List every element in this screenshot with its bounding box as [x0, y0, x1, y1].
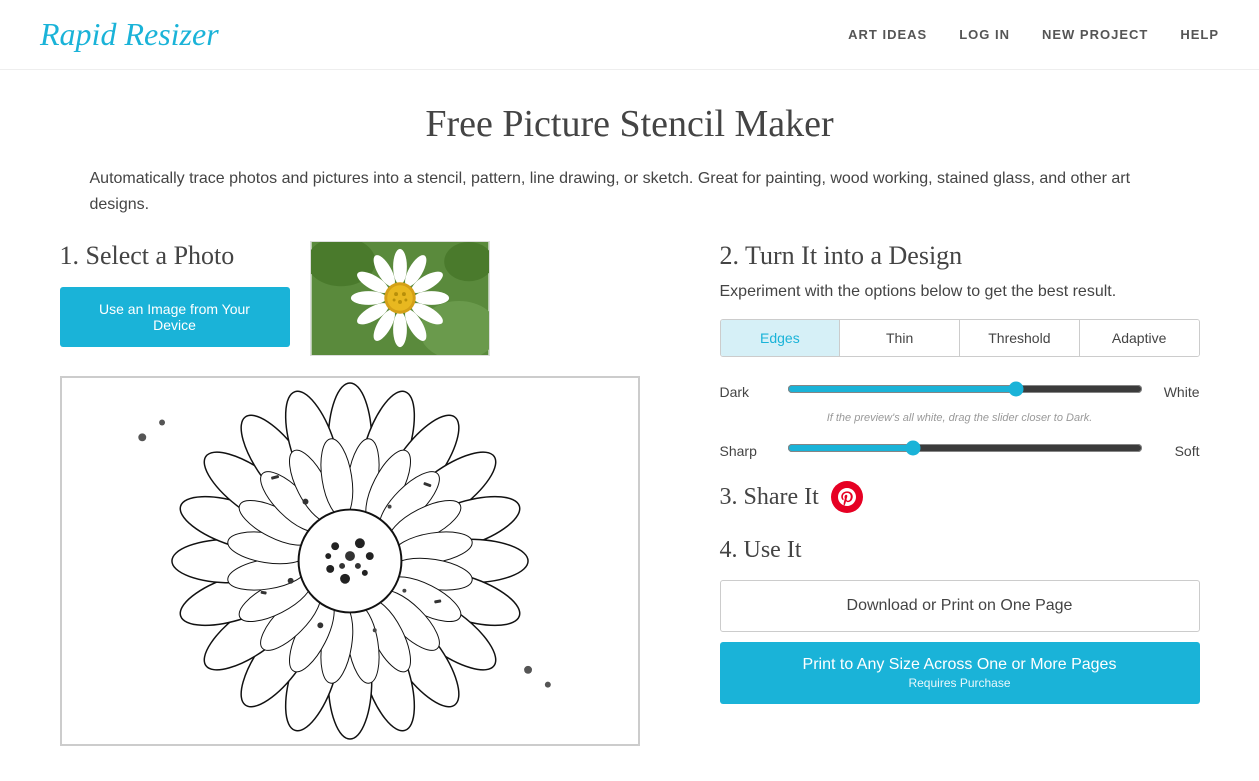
tab-threshold[interactable]: Threshold — [960, 320, 1080, 356]
right-panel: 2. Turn It into a Design Experiment with… — [720, 241, 1200, 746]
tab-thin[interactable]: Thin — [840, 320, 960, 356]
sharp-slider[interactable] — [787, 440, 1143, 456]
step4-title: 4. Use It — [720, 537, 1200, 564]
tab-adaptive[interactable]: Adaptive — [1080, 320, 1199, 356]
left-panel: 1. Select a Photo Use an Image from Your… — [60, 241, 680, 746]
upload-button[interactable]: Use an Image from Your Device — [60, 287, 290, 347]
nav-art-ideas[interactable]: ART IDEAS — [848, 27, 927, 42]
design-tabs: Edges Thin Threshold Adaptive — [720, 319, 1200, 357]
photo-area: 1. Select a Photo Use an Image from Your… — [60, 241, 680, 356]
slider-hint: If the preview's all white, drag the sli… — [720, 412, 1200, 424]
pinterest-icon — [838, 488, 856, 506]
step3-title: 3. Share It — [720, 484, 819, 511]
sharp-label: Sharp — [720, 443, 775, 459]
tab-edges[interactable]: Edges — [721, 320, 841, 356]
page-description: Automatically trace photos and pictures … — [50, 166, 1210, 217]
page-title: Free Picture Stencil Maker — [0, 70, 1259, 166]
navigation: Rapid Resizer ART IDEAS LOG IN NEW PROJE… — [0, 0, 1259, 70]
dark-slider-wrap — [787, 381, 1143, 402]
stencil-preview — [60, 376, 640, 746]
sharp-slider-row: Sharp Soft — [720, 440, 1200, 461]
dark-label: Dark — [720, 384, 775, 400]
photo-thumbnail — [310, 241, 490, 356]
sharp-slider-wrap — [787, 440, 1143, 461]
download-button[interactable]: Download or Print on One Page — [720, 580, 1200, 632]
nav-help[interactable]: HELP — [1180, 27, 1219, 42]
white-label: White — [1155, 384, 1200, 400]
print-button-label: Print to Any Size Across One or More Pag… — [803, 656, 1117, 673]
step1-title: 1. Select a Photo — [60, 241, 290, 271]
step1-controls: 1. Select a Photo Use an Image from Your… — [60, 241, 290, 347]
nav-log-in[interactable]: LOG IN — [959, 27, 1010, 42]
experiment-text: Experiment with the options below to get… — [720, 283, 1200, 301]
nav-new-project[interactable]: NEW PROJECT — [1042, 27, 1148, 42]
main-content: 1. Select a Photo Use an Image from Your… — [20, 217, 1240, 770]
logo[interactable]: Rapid Resizer — [40, 16, 219, 53]
use-section: 4. Use It Download or Print on One Page … — [720, 537, 1200, 704]
print-button[interactable]: Print to Any Size Across One or More Pag… — [720, 642, 1200, 704]
dark-slider[interactable] — [787, 381, 1143, 397]
pinterest-button[interactable] — [831, 481, 863, 513]
print-button-sub: Requires Purchase — [734, 676, 1186, 690]
share-section: 3. Share It — [720, 481, 1200, 513]
step2-title: 2. Turn It into a Design — [720, 241, 1200, 271]
dark-slider-row: Dark White — [720, 381, 1200, 402]
nav-links: ART IDEAS LOG IN NEW PROJECT HELP — [848, 27, 1219, 42]
soft-label: Soft — [1155, 443, 1200, 459]
